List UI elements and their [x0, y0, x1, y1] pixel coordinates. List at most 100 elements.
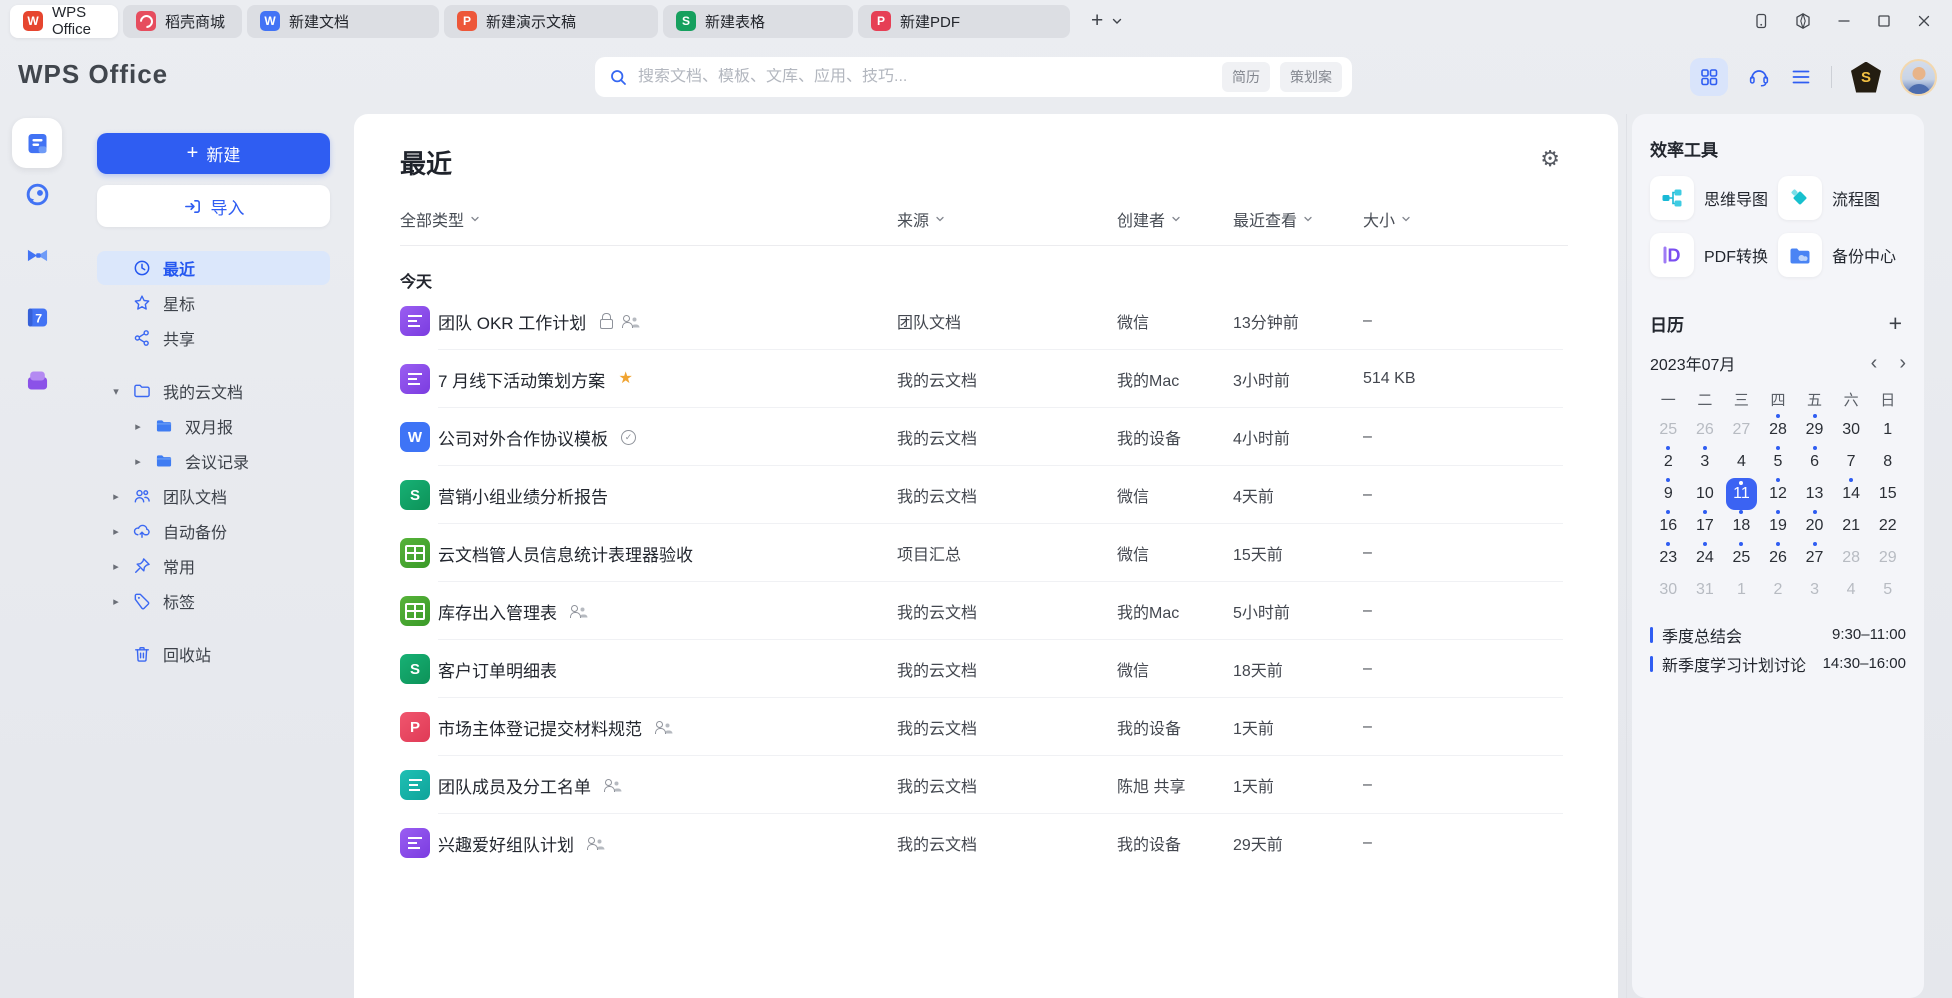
calendar-day[interactable]: 21	[1833, 510, 1870, 542]
filter-all-types[interactable]: 全部类型	[400, 207, 897, 231]
file-row[interactable]: 兴趣爱好组队计划 我的云文档 我的设备 29天前 –	[400, 814, 1568, 872]
menu-hamburger-icon[interactable]	[1790, 66, 1812, 88]
tool-flowchart[interactable]: 流程图	[1778, 176, 1906, 220]
import-button[interactable]: 导入	[97, 185, 330, 227]
sidebar-item-frequent[interactable]: ▸ 常用	[97, 549, 330, 583]
calendar-day[interactable]: 19	[1760, 510, 1797, 542]
collapse-arrow-icon[interactable]: ▸	[105, 560, 127, 573]
calendar-day[interactable]: 18	[1723, 510, 1760, 542]
user-avatar[interactable]	[1900, 59, 1937, 96]
filter-size[interactable]: 大小	[1363, 207, 1568, 231]
calendar-day[interactable]: 23	[1650, 542, 1687, 574]
calendar-day[interactable]: 10	[1687, 478, 1724, 510]
sidebar-item-team-docs[interactable]: ▸ 团队文档	[97, 479, 330, 513]
tab-docer-store[interactable]: 稻壳商城	[123, 5, 242, 38]
sidebar-item-recent[interactable]: 最近	[97, 251, 330, 285]
rail-calendar-icon[interactable]: 7	[24, 304, 51, 331]
file-row[interactable]: 市场主体登记提交材料规范 我的云文档 我的设备 1天前 –	[400, 698, 1568, 756]
rail-chat-icon[interactable]	[24, 181, 51, 208]
calendar-day[interactable]: 16	[1650, 510, 1687, 542]
collapse-arrow-icon[interactable]: ▸	[127, 420, 149, 433]
calendar-day[interactable]: 26	[1687, 414, 1724, 446]
filter-creator[interactable]: 创建者	[1117, 207, 1233, 231]
sidebar-item-shared[interactable]: 共享	[97, 321, 330, 355]
calendar-day[interactable]: 17	[1687, 510, 1724, 542]
filter-last-viewed[interactable]: 最近查看	[1233, 207, 1363, 231]
file-row[interactable]: 团队成员及分工名单 我的云文档 陈旭 共享 1天前 –	[400, 756, 1568, 814]
calendar-day[interactable]: 29	[1869, 542, 1906, 574]
file-row[interactable]: 公司对外合作协议模板 我的云文档 我的设备 4小时前 –	[400, 408, 1568, 466]
file-row[interactable]: 团队 OKR 工作计划 团队文档 微信 13分钟前 –	[400, 292, 1568, 350]
file-row[interactable]: 营销小组业绩分析报告 我的云文档 微信 4天前 –	[400, 466, 1568, 524]
file-row[interactable]: 7 月线下活动策划方案 我的云文档 我的Mac 3小时前 514 KB	[400, 350, 1568, 408]
sidebar-item-trash[interactable]: 回收站	[97, 637, 330, 671]
calendar-day[interactable]: 3	[1687, 446, 1724, 478]
calendar-day[interactable]: 30	[1650, 574, 1687, 606]
calendar-day[interactable]: 30	[1833, 414, 1870, 446]
file-row[interactable]: 库存出入管理表 我的云文档 我的Mac 5小时前 –	[400, 582, 1568, 640]
calendar-day[interactable]: 31	[1687, 574, 1724, 606]
search-tag-resume[interactable]: 简历	[1222, 62, 1270, 92]
calendar-day[interactable]: 25	[1650, 414, 1687, 446]
sidebar-item-starred[interactable]: 星标	[97, 286, 330, 320]
calendar-day[interactable]: 28	[1760, 414, 1797, 446]
expand-arrow-icon[interactable]: ▾	[105, 385, 127, 398]
calendar-day[interactable]: 11	[1726, 478, 1757, 510]
calendar-day[interactable]: 5	[1869, 574, 1906, 606]
sidebar-item-my-cloud-docs[interactable]: ▾ 我的云文档	[97, 374, 330, 408]
support-headset-icon[interactable]	[1747, 65, 1771, 89]
calendar-day[interactable]: 4	[1723, 446, 1760, 478]
event-item[interactable]: 季度总结会 9:30–11:00	[1650, 620, 1906, 649]
search-tag-proposal[interactable]: 策划案	[1280, 62, 1342, 92]
calendar-day[interactable]: 3	[1796, 574, 1833, 606]
tool-backup-center[interactable]: 备份中心	[1778, 233, 1906, 277]
sidebar-item-auto-backup[interactable]: ▸ 自动备份	[97, 514, 330, 548]
tab-new-pdf[interactable]: 新建PDF	[858, 5, 1070, 38]
tab-new-spreadsheet[interactable]: 新建表格	[663, 5, 853, 38]
calendar-day[interactable]: 7	[1833, 446, 1870, 478]
calendar-day[interactable]: 14	[1833, 478, 1870, 510]
tool-mindmap[interactable]: 思维导图	[1650, 176, 1778, 220]
calendar-day[interactable]: 22	[1869, 510, 1906, 542]
calendar-day[interactable]: 1	[1869, 414, 1906, 446]
tab-list-chevron-icon[interactable]	[1111, 15, 1123, 27]
tab-wps-office[interactable]: WPS Office	[10, 5, 118, 38]
sidebar-item-tags[interactable]: ▸ 标签	[97, 584, 330, 618]
calendar-day[interactable]: 15	[1869, 478, 1906, 510]
collapse-arrow-icon[interactable]: ▸	[105, 490, 127, 503]
calendar-day[interactable]: 5	[1760, 446, 1797, 478]
new-tab-button[interactable]: +	[1085, 9, 1109, 33]
file-row[interactable]: 云文档管人员信息统计表理器验收 项目汇总 微信 15天前 –	[400, 524, 1568, 582]
calendar-day[interactable]: 9	[1650, 478, 1687, 510]
rail-documents-icon[interactable]	[12, 118, 62, 168]
tab-new-document[interactable]: 新建文档	[247, 5, 439, 38]
minimize-button[interactable]	[1836, 13, 1852, 29]
calendar-day[interactable]: 25	[1723, 542, 1760, 574]
collapse-arrow-icon[interactable]: ▸	[127, 455, 149, 468]
close-button[interactable]	[1916, 13, 1932, 29]
apps-grid-icon[interactable]	[1690, 58, 1728, 96]
rail-apps-icon[interactable]	[24, 367, 51, 394]
calendar-next-button[interactable]: ›	[1899, 353, 1906, 373]
calendar-day[interactable]: 8	[1869, 446, 1906, 478]
filter-source[interactable]: 来源	[897, 207, 1117, 231]
calendar-day[interactable]: 12	[1760, 478, 1797, 510]
calendar-prev-button[interactable]: ‹	[1871, 353, 1878, 373]
rail-meeting-video-icon[interactable]	[24, 242, 51, 269]
tab-new-presentation[interactable]: 新建演示文稿	[444, 5, 658, 38]
add-event-button[interactable]: +	[1885, 312, 1906, 335]
settings-gear-icon[interactable]: ⚙	[1540, 148, 1560, 170]
calendar-day[interactable]: 1	[1723, 574, 1760, 606]
mobile-view-icon[interactable]	[1752, 12, 1770, 30]
sidebar-item-bimonthly-report[interactable]: ▸ 双月报	[97, 409, 330, 443]
event-item[interactable]: 新季度学习计划讨论 14:30–16:00	[1650, 649, 1906, 678]
workspace-box-icon[interactable]	[1794, 12, 1812, 30]
calendar-day[interactable]: 13	[1796, 478, 1833, 510]
calendar-day[interactable]: 27	[1723, 414, 1760, 446]
calendar-day[interactable]: 2	[1760, 574, 1797, 606]
new-document-button[interactable]: + 新建	[97, 133, 330, 174]
calendar-day[interactable]: 29	[1796, 414, 1833, 446]
calendar-day[interactable]: 6	[1796, 446, 1833, 478]
calendar-day[interactable]: 4	[1833, 574, 1870, 606]
member-badge-icon[interactable]: S	[1851, 62, 1881, 93]
